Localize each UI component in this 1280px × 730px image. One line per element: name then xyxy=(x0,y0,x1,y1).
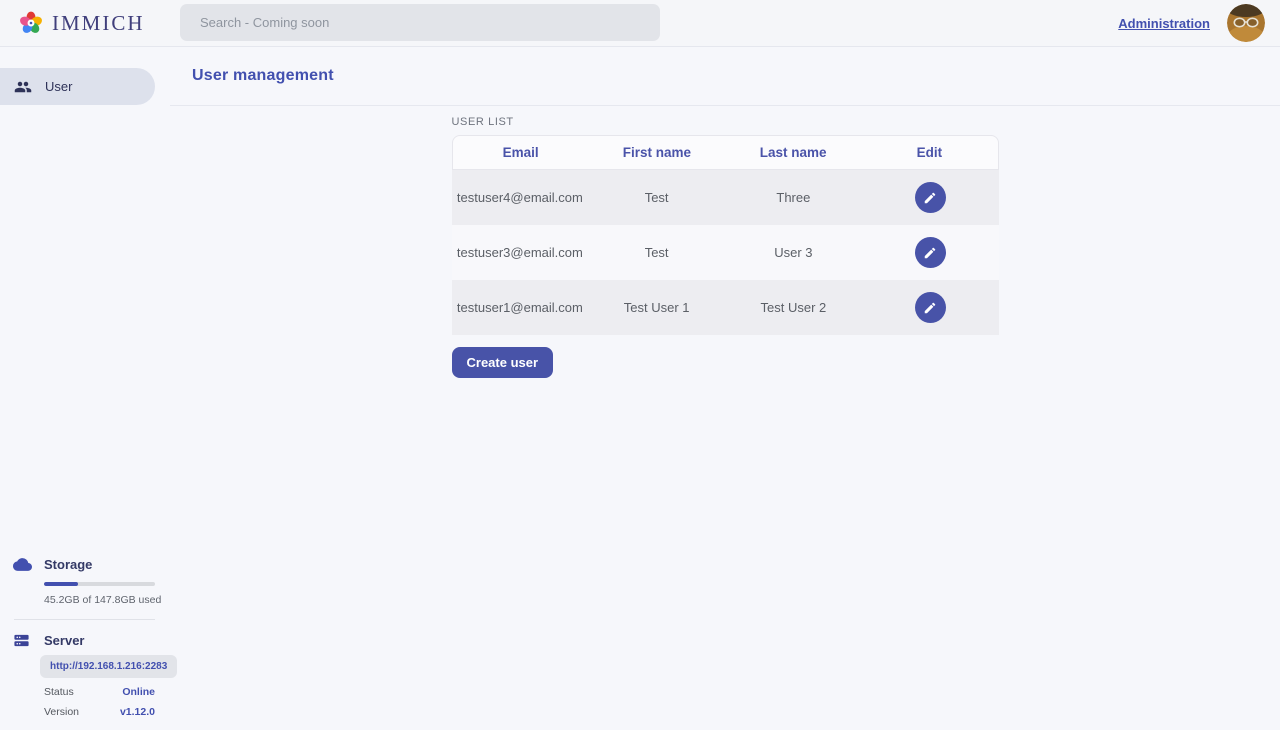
version-value: v1.12.0 xyxy=(120,706,155,718)
status-label: Status xyxy=(44,686,74,698)
storage-title: Storage xyxy=(44,557,92,572)
col-header-email: Email xyxy=(453,145,589,160)
sidebar-item-label: User xyxy=(45,79,72,94)
server-status-row: Status Online xyxy=(44,686,155,698)
storage-usage-text: 45.2GB of 147.8GB used xyxy=(44,594,155,606)
search-input[interactable] xyxy=(200,15,620,30)
table-header-row: Email First name Last name Edit xyxy=(452,135,999,170)
cell-first-name: Test xyxy=(588,190,725,205)
table-row: testuser4@email.com Test Three xyxy=(452,170,999,225)
col-header-last-name: Last name xyxy=(725,145,861,160)
col-header-edit: Edit xyxy=(861,145,997,160)
status-value: Online xyxy=(122,686,155,698)
pencil-icon xyxy=(923,246,937,260)
cell-email: testuser3@email.com xyxy=(452,245,589,260)
main-titlebar: User management xyxy=(170,47,1280,106)
server-url-badge: http://192.168.1.216:2283 xyxy=(40,655,177,678)
topbar-right: Administration xyxy=(1118,4,1265,42)
search-bar[interactable] xyxy=(180,4,660,41)
storage-progress-bar xyxy=(44,582,155,586)
main-area: User management USER LIST Email First na… xyxy=(170,47,1280,730)
immich-flower-icon xyxy=(18,10,44,36)
edit-user-button[interactable] xyxy=(915,292,946,323)
immich-app: IMMICH Administration xyxy=(0,0,1280,730)
storage-progress-fill xyxy=(44,582,78,586)
cell-email: testuser4@email.com xyxy=(452,190,589,205)
server-section-header: Server xyxy=(0,632,170,649)
server-version-row: Version v1.12.0 xyxy=(44,706,155,718)
users-icon xyxy=(14,78,32,96)
server-title: Server xyxy=(44,633,84,648)
body-row: User Storage 45.2GB of 147.8GB xyxy=(0,47,1280,730)
cell-last-name: Test User 2 xyxy=(725,300,862,315)
main-content: USER LIST Email First name Last name Edi… xyxy=(170,106,1280,730)
logo-wordmark: IMMICH xyxy=(52,11,145,36)
pencil-icon xyxy=(923,191,937,205)
user-avatar[interactable] xyxy=(1227,4,1265,42)
page-title: User management xyxy=(192,67,334,85)
edit-user-button[interactable] xyxy=(915,237,946,268)
sidebar: User Storage 45.2GB of 147.8GB xyxy=(0,47,170,730)
sidebar-item-user[interactable]: User xyxy=(0,68,155,105)
cell-email: testuser1@email.com xyxy=(452,300,589,315)
sidebar-divider xyxy=(14,619,155,620)
pencil-icon xyxy=(923,301,937,315)
cloud-icon xyxy=(13,555,44,574)
cell-first-name: Test xyxy=(588,245,725,260)
user-list-label: USER LIST xyxy=(452,116,999,128)
sidebar-bottom: Storage 45.2GB of 147.8GB used xyxy=(0,555,170,730)
storage-section-header: Storage xyxy=(0,555,170,574)
server-icon xyxy=(13,632,44,649)
table-row: testuser3@email.com Test User 3 xyxy=(452,225,999,280)
create-user-button[interactable]: Create user xyxy=(452,347,554,378)
top-bar: IMMICH Administration xyxy=(0,0,1280,47)
cell-last-name: User 3 xyxy=(725,245,862,260)
user-table: Email First name Last name Edit testuser… xyxy=(452,135,999,335)
cell-last-name: Three xyxy=(725,190,862,205)
administration-link[interactable]: Administration xyxy=(1118,16,1210,31)
version-label: Version xyxy=(44,706,79,718)
col-header-first-name: First name xyxy=(589,145,725,160)
edit-user-button[interactable] xyxy=(915,182,946,213)
immich-logo[interactable]: IMMICH xyxy=(18,10,145,36)
table-row: testuser1@email.com Test User 1 Test Use… xyxy=(452,280,999,335)
cell-first-name: Test User 1 xyxy=(588,300,725,315)
